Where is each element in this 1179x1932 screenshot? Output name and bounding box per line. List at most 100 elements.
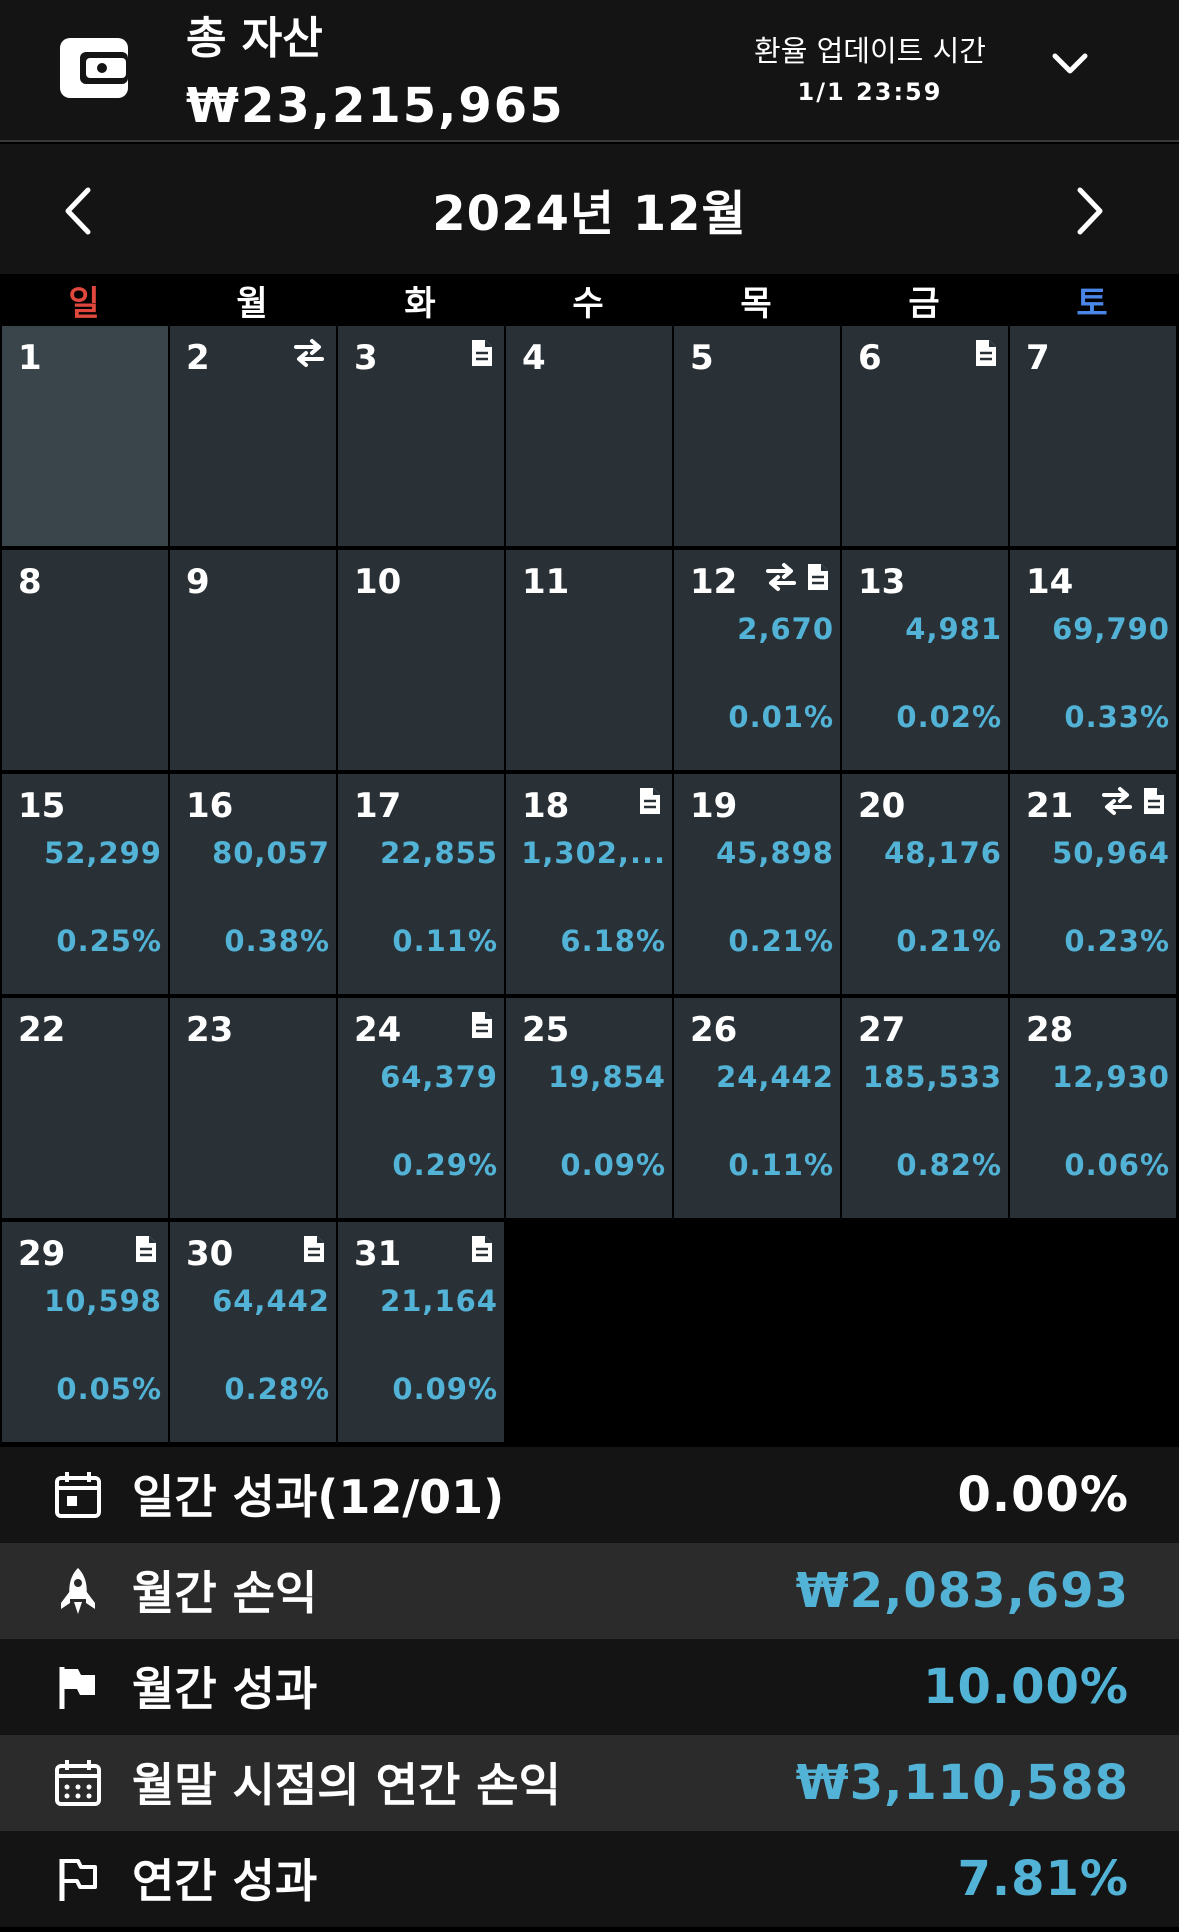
calendar-day-cell[interactable]: 26 24,442 0.11% [674,998,840,1218]
daily-performance-row: 일간 성과(12/01) 0.00% [0,1447,1179,1543]
calendar-day-cell[interactable]: 29 10,598 0.05% [2,1222,168,1442]
rate-update-label: 환율 업데이트 시간 [754,34,986,68]
calendar-day-cell[interactable]: 23 [170,998,336,1218]
weekday-wed: 수 [572,284,604,324]
calendar-day-cell[interactable]: 12 2,670 0.01% [674,550,840,770]
day-number: 6 [858,338,882,378]
calendar-day-cell[interactable]: 30 64,442 0.28% [170,1222,336,1442]
calendar-day-cell[interactable]: 24 64,379 0.29% [338,998,504,1218]
transfer-icon [1102,787,1132,815]
calendar-month-icon [55,1760,101,1806]
daily-pnl-percent: 0.11% [392,924,498,958]
daily-pnl-percent: 0.82% [896,1148,1002,1182]
day-number: 5 [690,338,714,378]
weekday-sat: 토 [1076,284,1108,324]
daily-pnl-percent: 6.18% [560,924,666,958]
day-icons [1100,786,1166,816]
day-number: 7 [1026,338,1050,378]
day-icons [470,1234,494,1264]
daily-pnl-percent: 0.28% [224,1372,330,1406]
calendar-day-cell[interactable]: 22 [2,998,168,1218]
memo-icon [136,1236,156,1262]
calendar-day-cell[interactable]: 3 [338,326,504,546]
calendar-day-cell[interactable]: 10 [338,550,504,770]
daily-pnl-amount: 45,898 [716,836,834,870]
header: 총 자산 ₩23,215,965 환율 업데이트 시간 1/1 23:59 [0,0,1179,142]
day-number: 10 [354,562,402,602]
calendar-day-cell[interactable]: 15 52,299 0.25% [2,774,168,994]
day-icons [638,786,662,816]
weekday-fri: 금 [908,284,940,324]
calendar-day-cell[interactable]: 6 [842,326,1008,546]
weekday-thu: 목 [740,284,772,324]
day-number: 11 [522,562,570,602]
calendar-day-cell[interactable]: 18 1,302,... 6.18% [506,774,672,994]
calendar-day-cell[interactable]: 7 [1010,326,1176,546]
day-number: 20 [858,786,906,826]
day-icons [470,1010,494,1040]
calendar-day-cell[interactable]: 31 21,164 0.09% [338,1222,504,1442]
calendar-day-cell[interactable]: 9 [170,550,336,770]
total-assets-title: 총 자산 [186,13,323,64]
summary-panel: 일간 성과(12/01) 0.00% 월간 손익 ₩2,083,693 월간 성… [0,1447,1179,1927]
day-number: 29 [18,1234,66,1274]
calendar-day-cell[interactable]: 25 19,854 0.09% [506,998,672,1218]
calendar-day-cell[interactable]: 19 45,898 0.21% [674,774,840,994]
calendar-day-cell[interactable]: 1 [2,326,168,546]
daily-pnl-percent: 0.21% [728,924,834,958]
wallet-icon [60,38,128,98]
monthly-performance-row: 월간 성과 10.00% [0,1639,1179,1735]
day-number: 25 [522,1010,570,1050]
annual-pnl-row: 월말 시점의 연간 손익 ₩3,110,588 [0,1735,1179,1831]
calendar-day-cell[interactable]: 11 [506,550,672,770]
flag-filled-icon [59,1667,95,1709]
month-navigation: 2024년 12월 [0,144,1179,274]
day-number: 26 [690,1010,738,1050]
daily-pnl-percent: 0.29% [392,1148,498,1182]
calendar-day-cell[interactable]: 8 [2,550,168,770]
daily-pnl-amount: 52,299 [44,836,162,870]
day-number: 14 [1026,562,1074,602]
monthly-pnl-label: 월간 손익 [132,1566,318,1620]
day-number: 15 [18,786,66,826]
calendar-day-cell[interactable]: 16 80,057 0.38% [170,774,336,994]
calendar-day-cell[interactable]: 17 22,855 0.11% [338,774,504,994]
rate-update-time: 1/1 23:59 [797,78,943,106]
weekday-sun: 일 [68,284,100,324]
day-number: 8 [18,562,42,602]
chevron-down-icon[interactable] [1052,50,1088,78]
day-number: 30 [186,1234,234,1274]
day-number: 31 [354,1234,402,1274]
calendar-day-cell[interactable]: 14 69,790 0.33% [1010,550,1176,770]
calendar-day-cell[interactable]: 21 50,964 0.23% [1010,774,1176,994]
annual-pnl-value: ₩3,110,588 [795,1755,1129,1811]
day-number: 17 [354,786,402,826]
month-title: 2024년 12월 [432,186,747,242]
flag-outline-icon [59,1859,97,1901]
memo-icon [640,788,660,814]
annual-performance-label: 연간 성과 [132,1854,318,1908]
memo-icon [976,340,996,366]
daily-pnl-amount: 21,164 [380,1284,498,1318]
calendar-grid: 1 2 3 4 5 6 7 8 9 10 11 12 2,670 0.01% 13 4,981 0.02% 14 6… [0,324,1179,1446]
daily-pnl-percent: 0.38% [224,924,330,958]
monthly-pnl-row: 월간 손익 ₩2,083,693 [0,1543,1179,1639]
day-number: 12 [690,562,738,602]
calendar-day-cell[interactable]: 13 4,981 0.02% [842,550,1008,770]
calendar-day-cell[interactable]: 5 [674,326,840,546]
chevron-right-icon[interactable] [1070,184,1110,238]
day-icons [292,338,326,368]
day-number: 27 [858,1010,906,1050]
monthly-performance-value: 10.00% [923,1659,1129,1715]
calendar-day-cell[interactable]: 2 [170,326,336,546]
calendar-day-cell[interactable]: 4 [506,326,672,546]
day-number: 18 [522,786,570,826]
day-icons [974,338,998,368]
calendar-day-cell[interactable]: 28 12,930 0.06% [1010,998,1176,1218]
day-number: 21 [1026,786,1074,826]
calendar-day-cell[interactable]: 27 185,533 0.82% [842,998,1008,1218]
transfer-icon [294,339,324,367]
monthly-performance-label: 월간 성과 [132,1662,318,1716]
calendar-day-cell[interactable]: 20 48,176 0.21% [842,774,1008,994]
day-number: 19 [690,786,738,826]
